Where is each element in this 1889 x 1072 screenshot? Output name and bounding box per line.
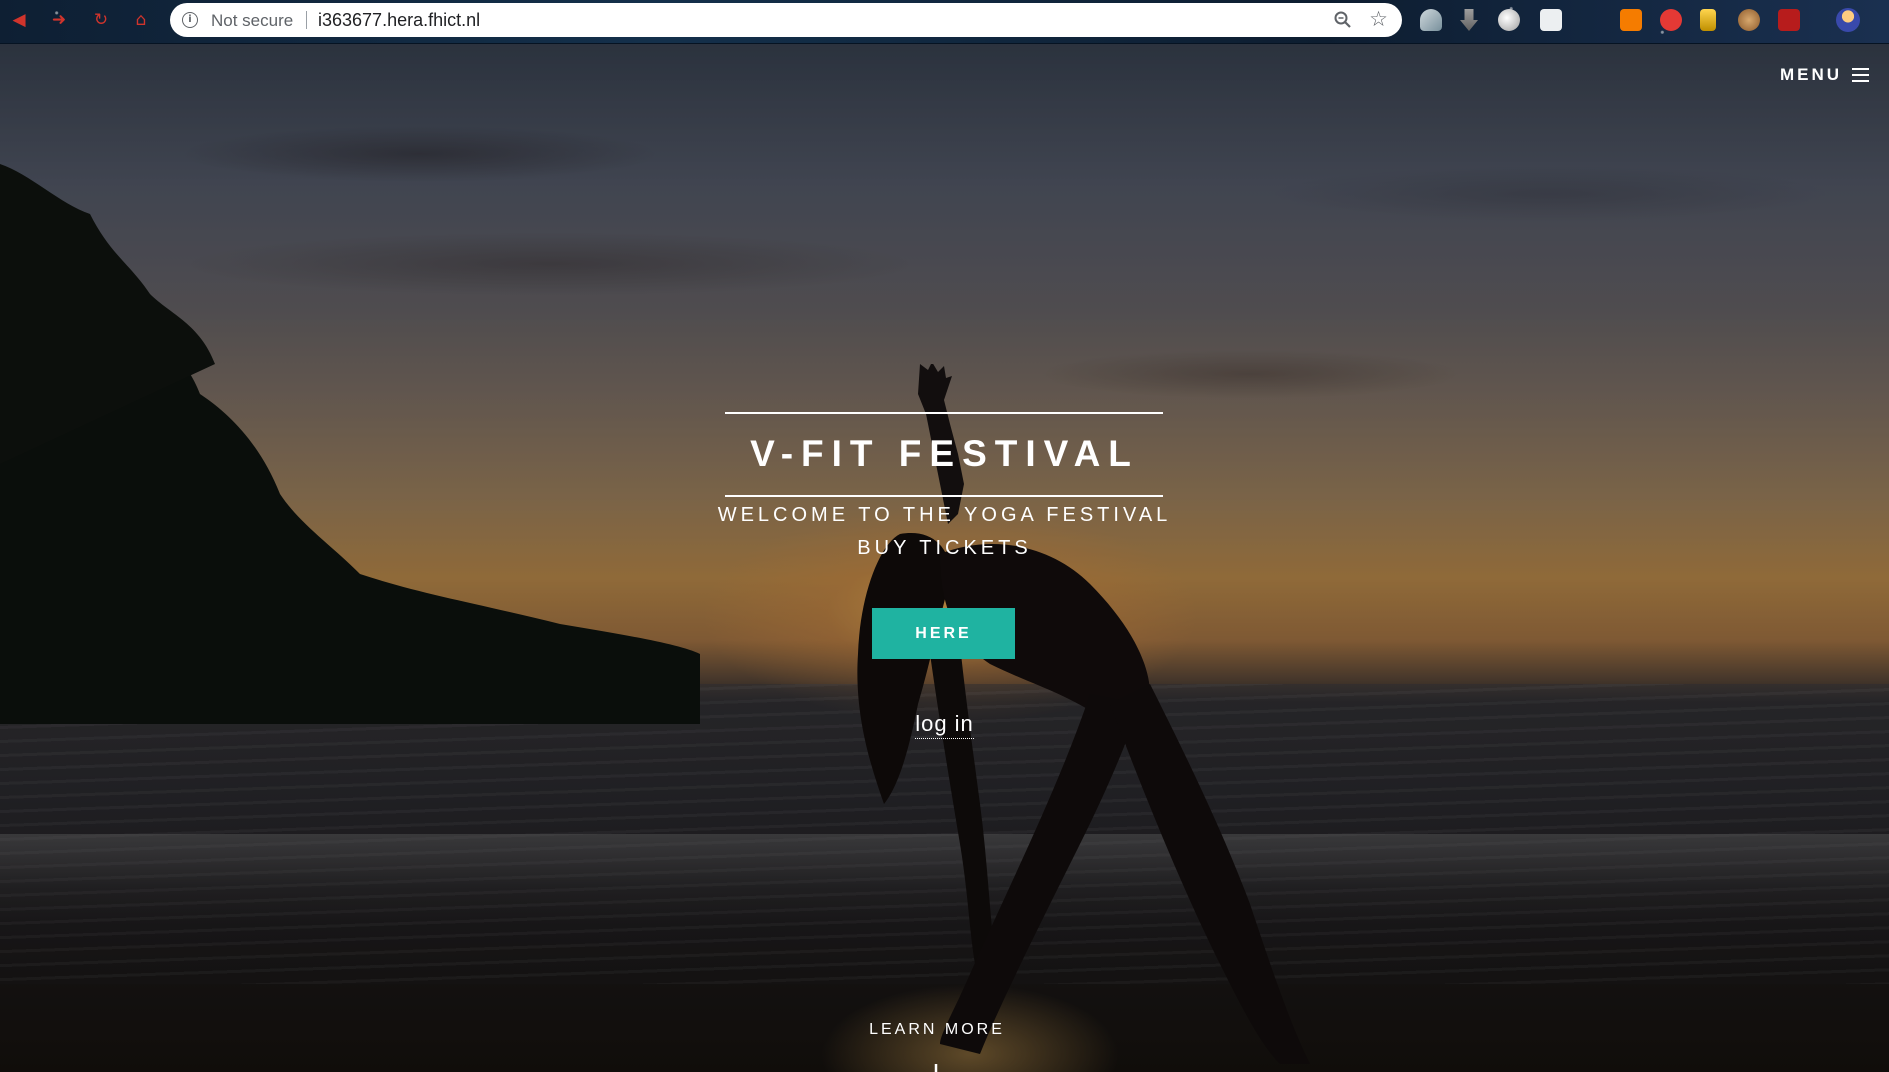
title-rule-bottom (725, 495, 1163, 497)
back-icon[interactable]: ◀ (8, 9, 30, 31)
extension-download-icon[interactable] (1460, 9, 1478, 31)
reload-icon[interactable]: ↻ (90, 9, 112, 31)
home-icon[interactable]: ⌂ (130, 9, 152, 31)
here-button[interactable]: HERE (872, 608, 1015, 659)
extension-cookie-icon[interactable] (1738, 9, 1760, 31)
extension-lock-icon[interactable] (1620, 9, 1642, 31)
extension-pdf-icon[interactable] (1778, 9, 1800, 31)
extension-padlock-icon[interactable] (1700, 9, 1716, 31)
login-link-container: log in (0, 711, 1889, 739)
star-icon[interactable]: ☆ (1369, 8, 1388, 30)
buy-tickets-label: BUY TICKETS (857, 537, 1032, 559)
browser-toolbar: ◀ ➜ ↻ ⌂ i Not secure i363677.hera.fhict.… (0, 0, 1889, 44)
avatar[interactable] (1836, 8, 1860, 32)
hamburger-icon[interactable] (1852, 68, 1869, 82)
address-bar[interactable]: i Not secure i363677.hera.fhict.nl ☆ (170, 3, 1402, 37)
arrow-down-icon[interactable] (922, 1062, 950, 1072)
url-text[interactable]: i363677.hera.fhict.nl (318, 10, 480, 31)
learn-more-link[interactable]: LEARN MORE (0, 1021, 1874, 1039)
hero-section: MENU V-FIT FESTIVAL WELCOME TO THE YOGA … (0, 44, 1889, 1072)
extension-shark-icon[interactable] (1420, 9, 1442, 31)
menu-label[interactable]: MENU (1780, 65, 1842, 85)
extension-block-icon[interactable] (1660, 9, 1682, 31)
security-label[interactable]: Not secure (211, 11, 293, 31)
page-subtitle: WELCOME TO THE YOGA FESTIVAL (717, 504, 1172, 526)
title-rule-top (725, 412, 1163, 414)
address-divider (306, 11, 307, 29)
menu-button[interactable]: MENU (1780, 65, 1869, 85)
extension-globe-icon[interactable] (1498, 9, 1520, 31)
zoom-icon[interactable] (1334, 11, 1352, 29)
page-title: V-FIT FESTIVAL (750, 433, 1139, 474)
forward-icon[interactable]: ➜ (48, 9, 70, 31)
login-link[interactable]: log in (915, 711, 974, 739)
extension-note-icon[interactable] (1540, 9, 1562, 31)
info-icon[interactable]: i (182, 12, 198, 28)
